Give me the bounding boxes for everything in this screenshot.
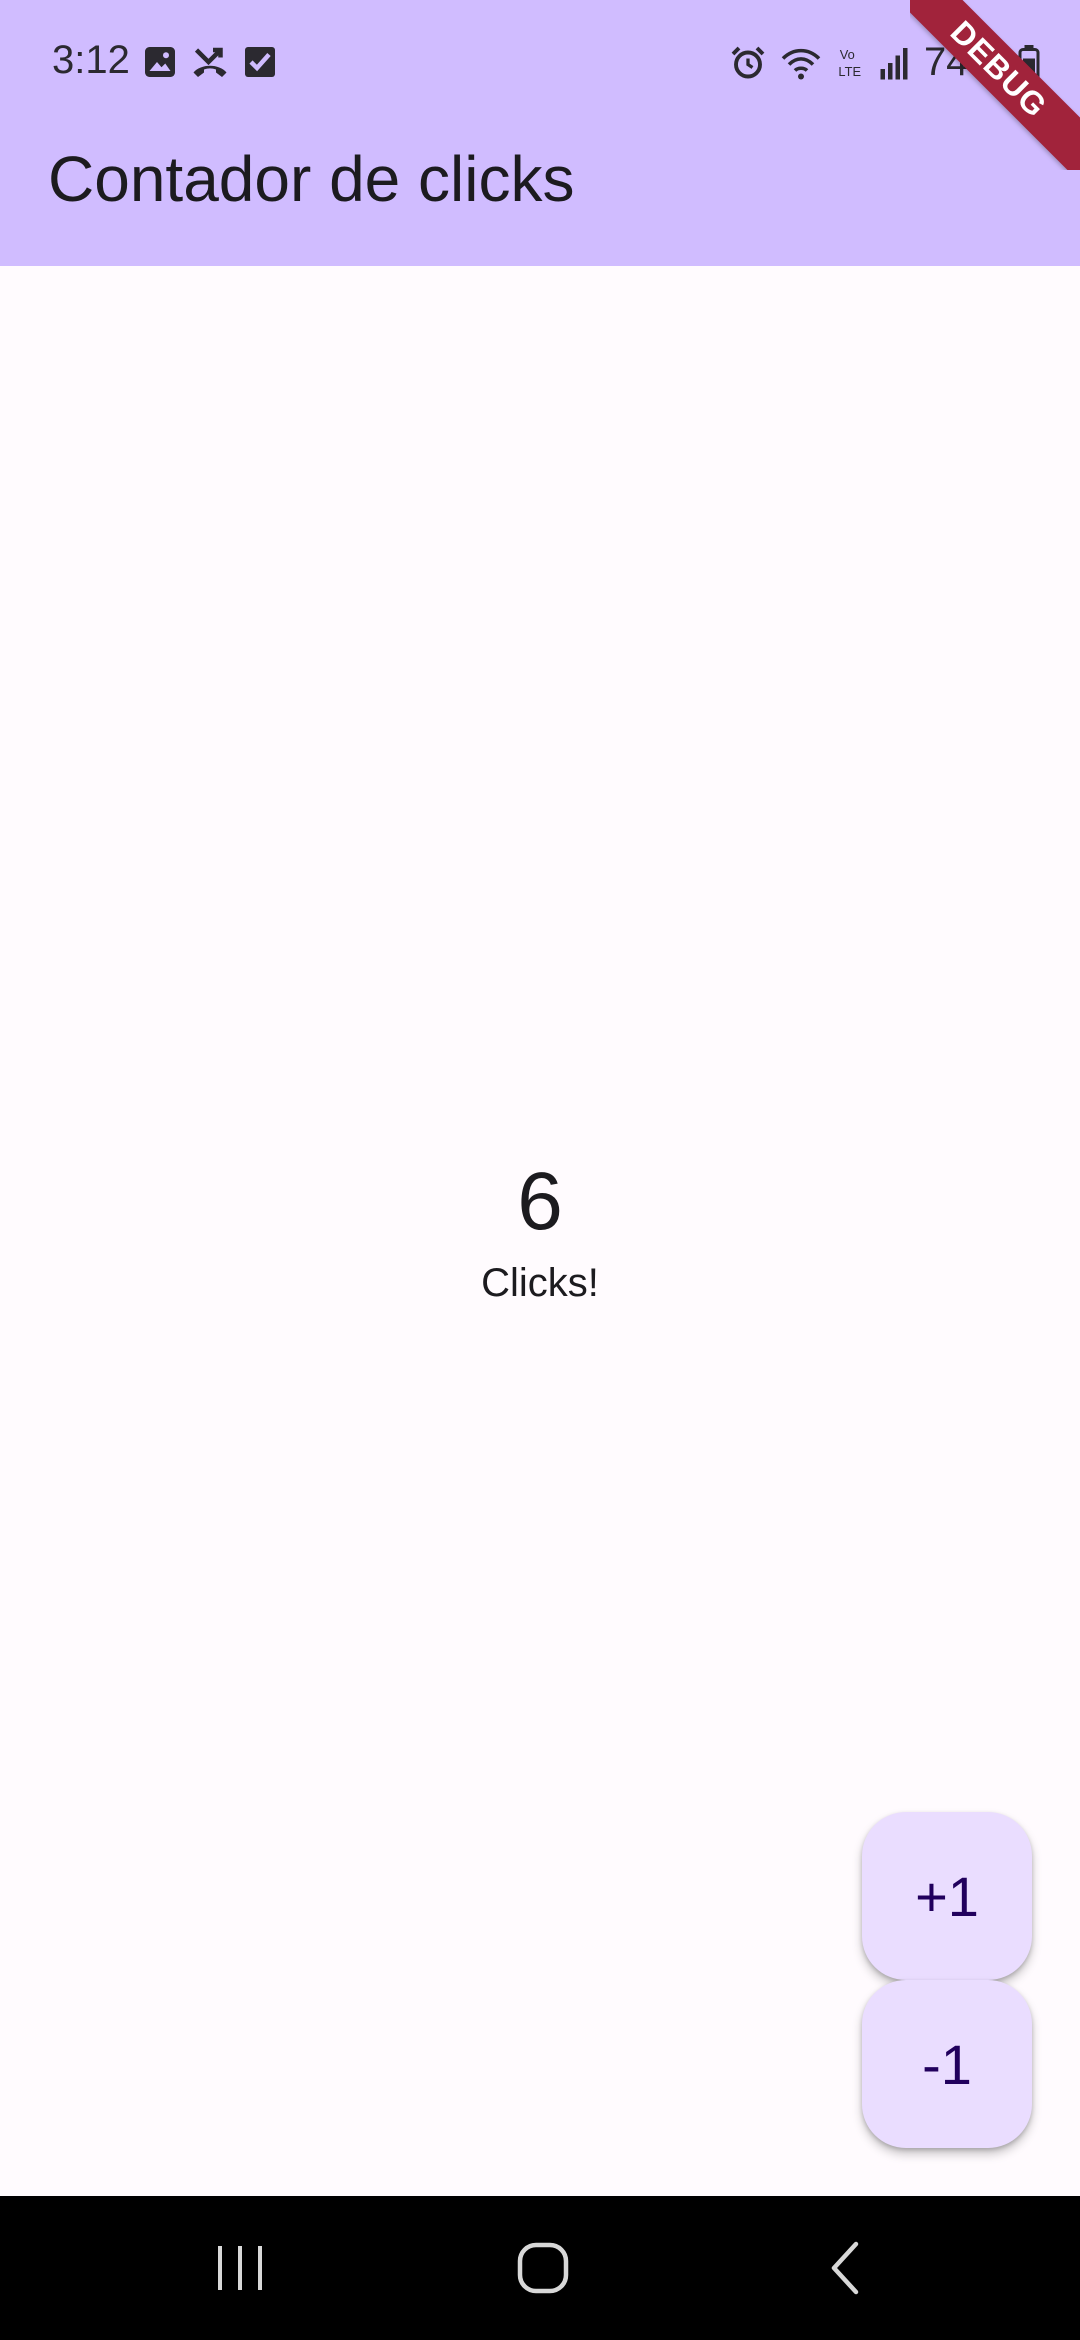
back-icon [831,2241,859,2295]
increment-button[interactable]: +1 [862,1812,1032,1980]
signal-icon [880,47,908,79]
app-bar: 3:12 Vo LTE 74% Contador de clicks [0,0,1080,266]
page-title: Contador de clicks [48,143,575,215]
recents-button[interactable] [180,2224,300,2312]
svg-text:Vo: Vo [840,47,855,62]
home-button[interactable] [483,2224,603,2312]
alarm-icon [731,46,765,78]
status-notification-icons [142,44,278,80]
svg-text:LTE: LTE [838,63,861,78]
counter-label: Clicks! [481,1261,599,1305]
missed-call-icon [193,47,227,77]
battery-icon [1018,44,1040,81]
volte-icon: Vo LTE [838,47,861,79]
recents-icon [218,2246,262,2290]
wifi-icon [781,48,821,79]
checkbox-icon [245,47,275,77]
counter-display: 6 Clicks! [0,1152,1080,1310]
status-time: 3:12 [52,38,130,82]
image-icon [145,47,175,77]
decrement-button[interactable]: -1 [862,1980,1032,2148]
back-button[interactable] [786,2224,906,2312]
status-system-icons: Vo LTE 74% [730,40,1040,85]
status-bar: 3:12 Vo LTE 74% [0,0,1080,126]
home-icon [517,2242,569,2294]
counter-value: 6 [517,1156,563,1247]
system-navigation-bar [0,2196,1080,2340]
battery-percentage: 74% [923,40,1004,84]
